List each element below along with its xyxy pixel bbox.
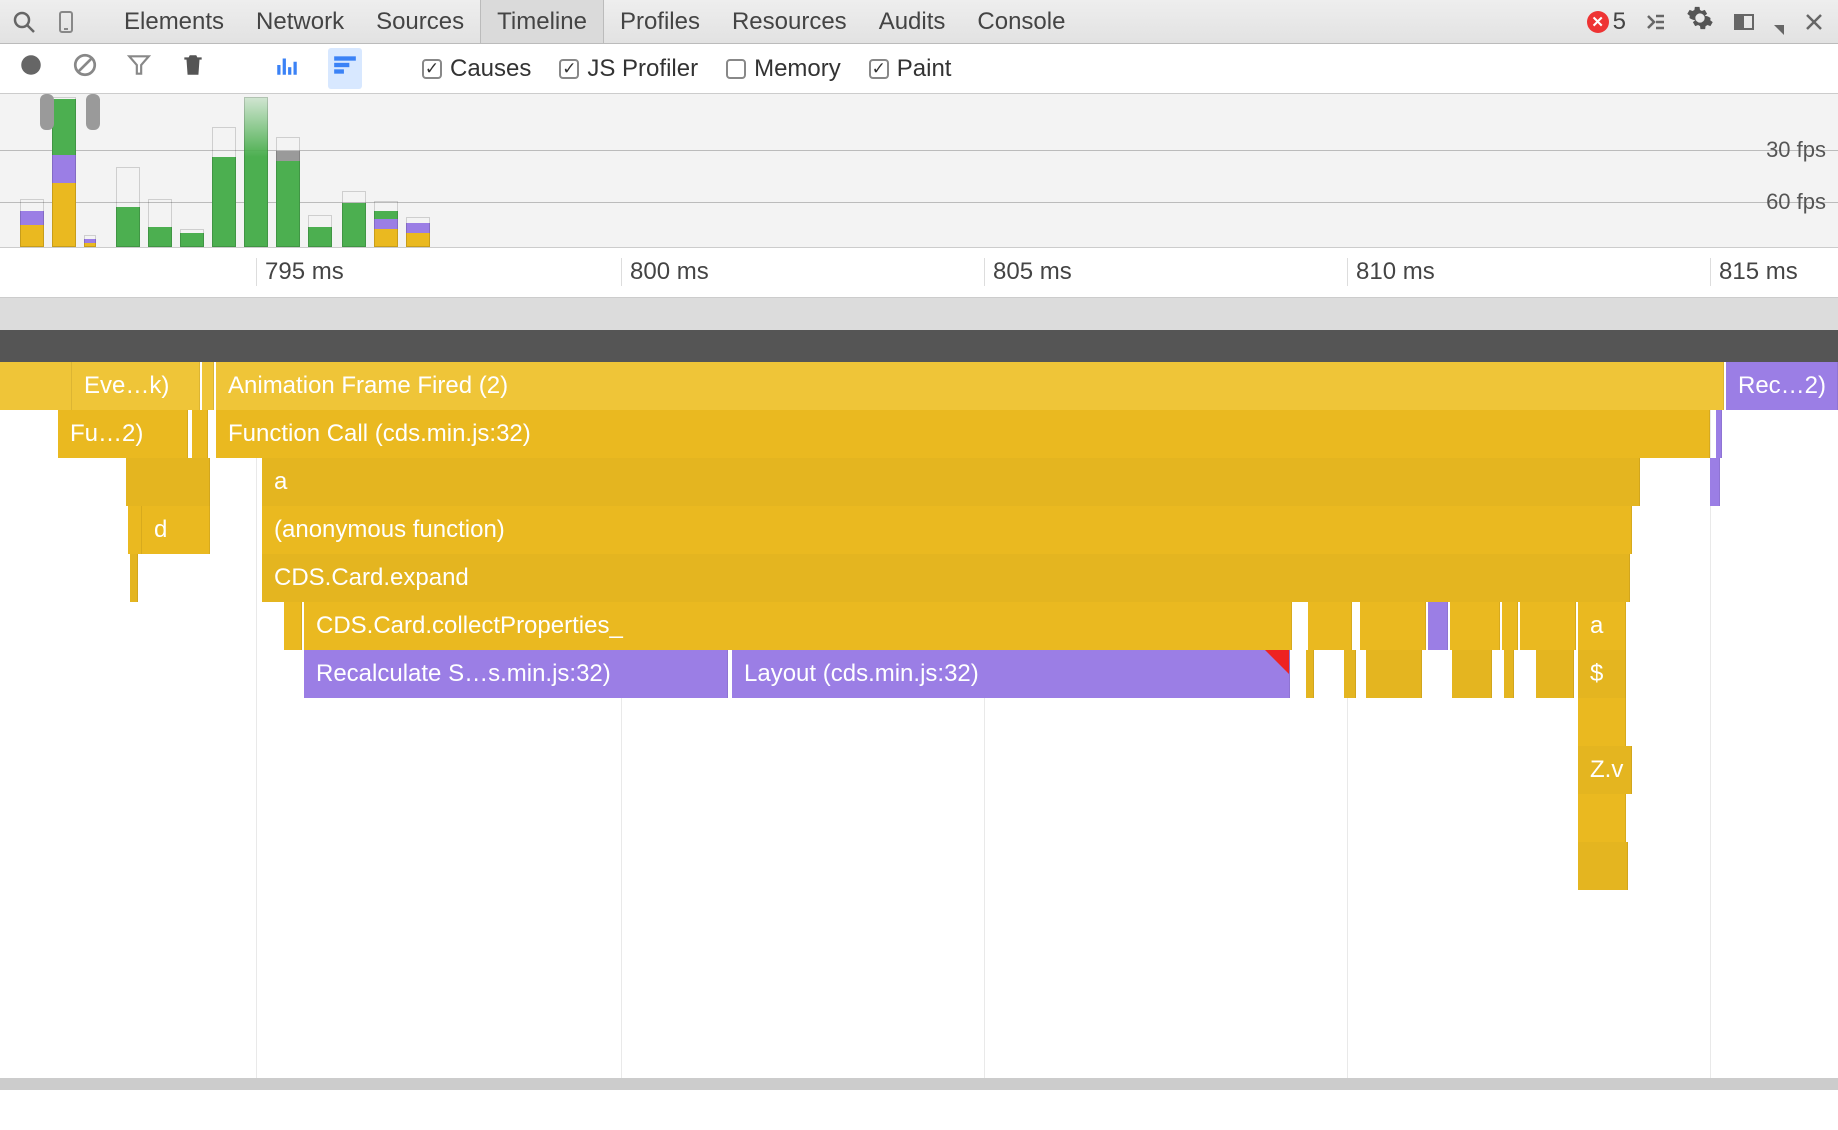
ruler-tick: 810 ms (1347, 258, 1435, 286)
flame-entry[interactable] (128, 506, 142, 554)
brush-handle-left[interactable] (40, 94, 54, 130)
error-icon: ✕ (1587, 11, 1609, 33)
flame-entry[interactable]: CDS.Card.collectProperties_ (304, 602, 1292, 650)
search-icon[interactable] (12, 10, 36, 34)
flame-entry[interactable]: a (262, 458, 1640, 506)
flame-entry[interactable] (1306, 650, 1314, 698)
network-band (0, 330, 1838, 362)
tab-resources[interactable]: Resources (716, 0, 863, 43)
tabstrip-left-icons (12, 10, 78, 34)
view-flame-icon[interactable] (328, 48, 362, 89)
flame-entry[interactable] (284, 602, 302, 650)
checkbox-label: Causes (450, 55, 531, 83)
flame-entry[interactable] (126, 458, 210, 506)
tab-elements[interactable]: Elements (108, 0, 240, 43)
flame-entry[interactable] (130, 554, 138, 602)
tab-sources[interactable]: Sources (360, 0, 480, 43)
flame-entry[interactable] (1578, 698, 1626, 746)
flame-entry[interactable] (1450, 602, 1500, 650)
flame-entry[interactable] (1504, 650, 1514, 698)
flame-entry[interactable] (1536, 650, 1574, 698)
flame-entry[interactable] (1366, 650, 1422, 698)
flame-entry[interactable]: Z.v (1578, 746, 1632, 794)
flame-entry[interactable]: Recalculate S…s.min.js:32) (304, 650, 728, 698)
brush-handle-right[interactable] (86, 94, 100, 130)
tab-timeline[interactable]: Timeline (480, 0, 604, 43)
flame-entry[interactable] (1710, 458, 1720, 506)
checkbox-label: Paint (897, 55, 952, 83)
checkbox-causes[interactable]: ✓ Causes (422, 55, 531, 83)
tab-console[interactable]: Console (961, 0, 1081, 43)
device-mode-icon[interactable] (54, 10, 78, 34)
garbage-collect-icon[interactable] (180, 52, 206, 85)
flame-entry[interactable]: Layout (cds.min.js:32) (732, 650, 1290, 698)
flame-entry[interactable]: Eve…k) (72, 362, 200, 410)
flame-entry[interactable]: CDS.Card.expand (262, 554, 1630, 602)
flame-entry[interactable] (1502, 602, 1518, 650)
flame-chart[interactable]: Eve…k) Animation Frame Fired (2)Rec…2) Fu…… (0, 298, 1838, 1090)
error-count: 5 (1613, 8, 1626, 36)
ruler-tick: 800 ms (621, 258, 709, 286)
checkbox-memory[interactable]: Memory (726, 55, 841, 83)
ruler-tick: 795 ms (256, 258, 344, 286)
checkbox-js-profiler[interactable]: ✓ JS Profiler (559, 55, 698, 83)
record-button[interactable] (18, 52, 44, 85)
flame-entry[interactable] (1360, 602, 1426, 650)
checkbox-label: JS Profiler (587, 55, 698, 83)
close-icon[interactable] (1802, 10, 1826, 34)
checkbox-box: ✓ (422, 59, 442, 79)
flame-entry[interactable] (1520, 602, 1576, 650)
flame-entry[interactable] (192, 410, 208, 458)
filter-icon[interactable] (126, 52, 152, 85)
fps-30-label: 30 fps (1766, 137, 1826, 163)
bottom-bar (0, 1078, 1838, 1090)
timeline-ruler: 795 ms 800 ms 805 ms 810 ms 815 ms (0, 248, 1838, 298)
flame-entry[interactable]: Fu…2) (58, 410, 188, 458)
ruler-tick: 815 ms (1710, 258, 1798, 286)
flame-entry[interactable] (1308, 602, 1352, 650)
flame-entry[interactable] (1428, 602, 1448, 650)
dock-chevron-icon[interactable] (1774, 14, 1784, 42)
checkbox-box: ✓ (559, 59, 579, 79)
checkbox-box: ✓ (869, 59, 889, 79)
timeline-overview[interactable]: 30 fps 60 fps (0, 94, 1838, 248)
dock-side-icon[interactable] (1732, 10, 1756, 34)
devtools-tabstrip: ElementsNetworkSourcesTimelineProfilesRe… (0, 0, 1838, 44)
fps-60-label: 60 fps (1766, 189, 1826, 215)
flame-entry[interactable] (1452, 650, 1492, 698)
flame-entry[interactable]: d (142, 506, 210, 554)
flame-entry[interactable] (0, 362, 72, 410)
devtools-tabs: ElementsNetworkSourcesTimelineProfilesRe… (108, 0, 1081, 43)
settings-gear-icon[interactable] (1686, 4, 1714, 39)
flame-entry[interactable] (202, 362, 214, 410)
flame-entry[interactable] (1578, 842, 1628, 890)
flame-entry[interactable]: Function Call (cds.min.js:32) (216, 410, 1710, 458)
flame-entry[interactable]: Rec…2) (1726, 362, 1838, 410)
flame-entry[interactable]: $ (1578, 650, 1626, 698)
tab-network[interactable]: Network (240, 0, 360, 43)
tab-audits[interactable]: Audits (863, 0, 962, 43)
view-bars-icon[interactable] (274, 52, 300, 85)
checkbox-label: Memory (754, 55, 841, 83)
flame-entry[interactable]: a (1578, 602, 1626, 650)
flame-entry[interactable] (1344, 650, 1356, 698)
clear-icon[interactable] (72, 52, 98, 85)
flame-entry[interactable]: Animation Frame Fired (2) (216, 362, 1724, 410)
flame-entry[interactable] (1716, 410, 1722, 458)
error-badge[interactable]: ✕ 5 (1587, 8, 1626, 36)
tab-profiles[interactable]: Profiles (604, 0, 716, 43)
tabstrip-right-icons: ✕ 5 (1587, 4, 1826, 39)
ruler-tick: 805 ms (984, 258, 1072, 286)
layout-warning-icon (1265, 650, 1289, 674)
timeline-toolbar: ✓ Causes ✓ JS Profiler Memory ✓ Paint (0, 44, 1838, 94)
flame-entry[interactable]: (anonymous function) (262, 506, 1632, 554)
flame-entry[interactable] (1578, 794, 1626, 842)
checkbox-box (726, 59, 746, 79)
summary-band (0, 298, 1838, 330)
checkbox-paint[interactable]: ✓ Paint (869, 55, 952, 83)
console-prompt-icon[interactable] (1644, 10, 1668, 34)
